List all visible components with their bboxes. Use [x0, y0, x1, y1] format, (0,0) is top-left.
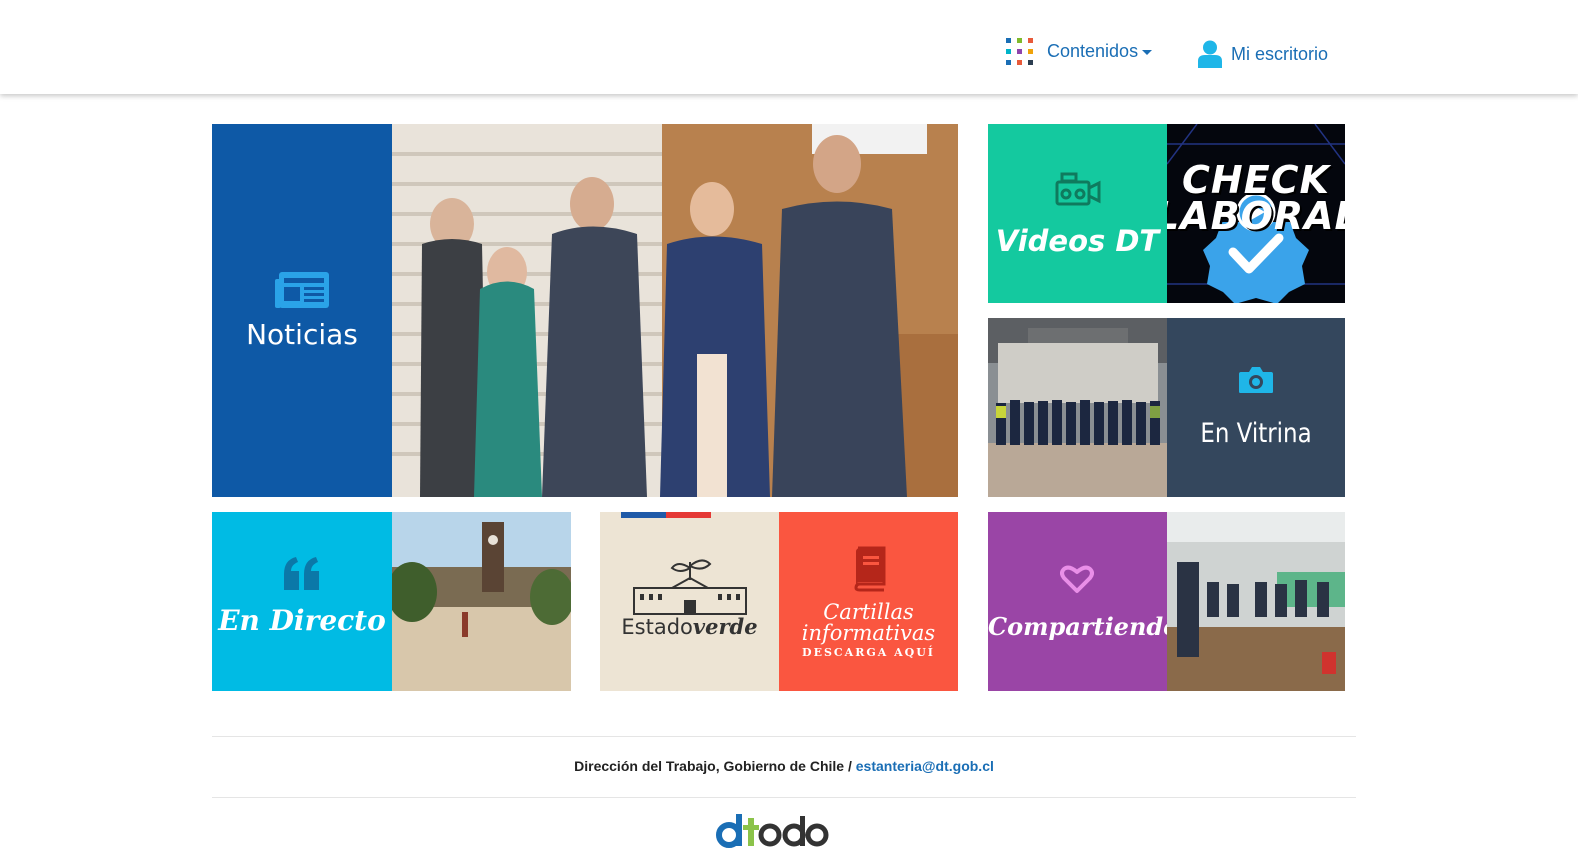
- noticias-label: Noticias: [246, 318, 358, 351]
- descarga-aqui-label: DESCARGA AQUÍ: [802, 646, 935, 659]
- top-header: Contenidos Mi escritorio: [0, 0, 1578, 94]
- en-directo-photo[interactable]: [392, 512, 571, 691]
- verde-word: verde: [692, 614, 758, 639]
- cartillas-tile[interactable]: Cartillas informativas DESCARGA AQUÍ: [779, 512, 958, 691]
- group-outdoor-image: [988, 318, 1167, 497]
- grid-dot: [1028, 59, 1033, 65]
- en-vitrina-tile[interactable]: En Vitrina: [1167, 318, 1345, 497]
- grid-dot: [1028, 48, 1033, 54]
- estado-word: Estado: [621, 615, 693, 639]
- caret-down-icon: [1142, 50, 1153, 55]
- palacio-sprout-icon: [633, 559, 747, 615]
- flag-stripe-red: [666, 512, 711, 518]
- grid-dot: [1017, 37, 1022, 43]
- compartiendo-bg: [988, 512, 1167, 691]
- footer-divider-top: [212, 736, 1356, 737]
- mi-escritorio-label: Mi escritorio: [1231, 43, 1329, 64]
- quote-icon: [284, 557, 319, 590]
- estado-verde-wordmark: Estadoverde: [600, 614, 779, 639]
- waiting-room-image: [1167, 512, 1345, 691]
- user-icon: [1198, 40, 1222, 68]
- apps-grid-icon: [1006, 37, 1033, 65]
- group-photo-image: [392, 124, 958, 497]
- compartiendo-tile[interactable]: Compartiendo: [988, 512, 1167, 691]
- videos-dt-label: Videos DT: [995, 224, 1160, 258]
- camera-icon: [1239, 367, 1273, 393]
- dtodos-logo-image: [716, 814, 829, 848]
- grid-dot: [1006, 48, 1011, 54]
- vitrina-photo[interactable]: [988, 318, 1167, 497]
- footer-credits: Dirección del Trabajo, Gobierno de Chile…: [212, 758, 1356, 774]
- cartillas-line2: informativas: [801, 621, 936, 645]
- grid-dot: [1006, 59, 1011, 65]
- directo-bg: [212, 512, 392, 691]
- noticias-photo[interactable]: [392, 124, 958, 497]
- grid-dot: [1017, 59, 1022, 65]
- mi-escritorio-link[interactable]: Mi escritorio: [1198, 37, 1328, 71]
- noticias-tile[interactable]: Noticias: [212, 124, 392, 497]
- en-directo-label: En Directo: [218, 604, 386, 637]
- footer-org-text: Dirección del Trabajo, Gobierno de Chile…: [574, 758, 856, 774]
- check-laboral-tile[interactable]: CHECK LABORAL: [1167, 124, 1345, 303]
- videos-bg: [988, 124, 1167, 303]
- en-vitrina-label: En Vitrina: [1200, 418, 1312, 449]
- grid-dot: [1006, 37, 1011, 43]
- heart-icon: [1060, 565, 1094, 593]
- grid-dot: [1017, 48, 1022, 54]
- video-camera-icon: [1055, 172, 1101, 206]
- estado-verde-tile[interactable]: Estadoverde: [600, 512, 779, 691]
- contenidos-label: Contenidos: [1047, 40, 1139, 61]
- noticias-bg: [212, 124, 392, 497]
- footer-divider-bottom: [212, 797, 1356, 798]
- plaza-image: [392, 512, 571, 691]
- compartiendo-photo[interactable]: [1167, 512, 1345, 691]
- grid-dot: [1028, 37, 1033, 43]
- book-icon: [854, 546, 886, 592]
- contenidos-menu[interactable]: Contenidos: [1006, 33, 1153, 69]
- footer-email-link[interactable]: estanteria@dt.gob.cl: [856, 758, 994, 774]
- videos-dt-tile[interactable]: Videos DT: [988, 124, 1167, 303]
- dtodos-logo[interactable]: [712, 812, 842, 850]
- flag-stripe-blue: [621, 512, 666, 518]
- en-directo-tile[interactable]: En Directo: [212, 512, 392, 691]
- newspaper-icon: [275, 272, 329, 308]
- compartiendo-label: Compartiendo: [988, 612, 1167, 641]
- laboral-label: LABORAL: [1167, 194, 1345, 238]
- vitrina-bg: [1167, 318, 1345, 497]
